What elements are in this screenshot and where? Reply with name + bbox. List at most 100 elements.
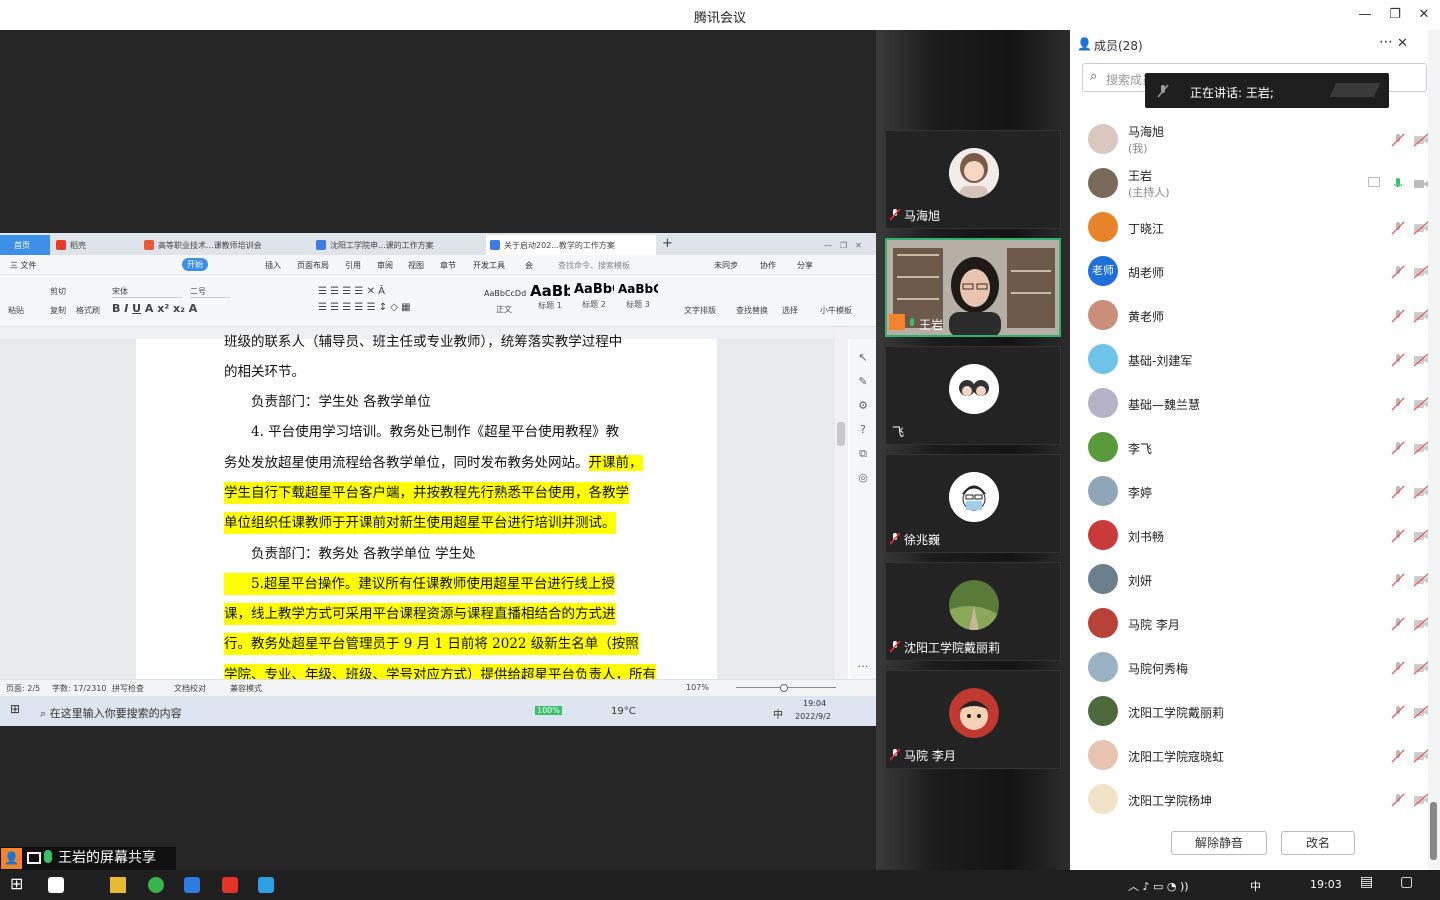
zoom-level[interactable]: 107% — [686, 683, 709, 692]
menu-reference[interactable]: 引用 — [345, 260, 361, 271]
find-replace-button[interactable]: 查找替换 — [736, 305, 768, 316]
share-icon[interactable]: ⧉ — [856, 447, 870, 461]
scroll-thumb[interactable] — [1430, 802, 1437, 860]
close-panel-icon[interactable]: ✕ — [1397, 36, 1408, 51]
mic-muted-icon[interactable] — [1391, 353, 1405, 367]
select-button[interactable]: 选择 — [782, 305, 798, 316]
align-tools[interactable]: ☰ ☰ ☰ ☰ ☰ ↕ ◇ ▦ — [318, 302, 411, 313]
mic-muted-icon[interactable] — [1391, 661, 1405, 675]
app-icon[interactable] — [258, 877, 274, 893]
spell-check[interactable]: 拼写检查 — [112, 683, 144, 694]
menu-layout[interactable]: 页面布局 — [297, 260, 329, 271]
member-row[interactable]: 黄老师 — [1070, 294, 1429, 338]
action-center-icon[interactable]: ▢ — [1400, 874, 1413, 890]
text-layout-button[interactable]: 文字排版 — [684, 305, 716, 316]
camera-off-icon[interactable] — [1413, 265, 1429, 279]
app-icon[interactable] — [48, 877, 64, 893]
share-button[interactable]: 分享 — [797, 260, 813, 271]
notification-icon[interactable]: ▤ — [1360, 874, 1373, 890]
wps-icon[interactable] — [222, 877, 238, 893]
collaborate-button[interactable]: 协作 — [760, 260, 776, 271]
member-row[interactable]: 王岩 (主持人) — [1070, 162, 1429, 206]
rename-button[interactable]: 改名 — [1281, 831, 1355, 855]
paste-button[interactable]: 粘贴 — [8, 305, 24, 316]
members-scrollbar[interactable] — [1428, 30, 1440, 870]
menu-dev[interactable]: 开发工具 — [473, 260, 505, 271]
member-row[interactable]: 李飞 — [1070, 426, 1429, 470]
scroll-thumb[interactable] — [837, 422, 845, 446]
video-tile[interactable]: 马院 李月 — [885, 670, 1061, 769]
video-tile[interactable]: 沈阳工学院戴丽莉 — [885, 562, 1061, 661]
new-tab-button[interactable]: + — [658, 235, 678, 255]
camera-off-icon[interactable] — [1413, 309, 1429, 323]
mic-muted-icon[interactable] — [1391, 485, 1405, 499]
camera-off-icon[interactable] — [1413, 793, 1429, 807]
mic-muted-icon[interactable] — [1391, 309, 1405, 323]
menu-view[interactable]: 视图 — [408, 260, 424, 271]
video-tile[interactable]: 飞 — [885, 346, 1061, 445]
mic-muted-icon[interactable] — [1391, 573, 1405, 587]
menu-insert[interactable]: 插入 — [265, 260, 281, 271]
style-h3[interactable]: AaBbC 标题 3 — [618, 282, 658, 318]
ime-indicator[interactable]: 中 — [1250, 878, 1261, 894]
location-icon[interactable]: ◎ — [856, 471, 870, 485]
mic-muted-icon[interactable] — [1391, 397, 1405, 411]
copy-button[interactable]: 复制 — [50, 305, 66, 316]
mic-muted-icon[interactable] — [1391, 793, 1405, 807]
unmute-all-button[interactable]: 解除静音 — [1171, 831, 1267, 855]
member-row[interactable]: 沈阳工学院戴丽莉 — [1070, 690, 1429, 734]
camera-off-icon[interactable] — [1413, 441, 1429, 455]
ime-indicator[interactable]: 中 — [773, 706, 783, 721]
member-row[interactable]: 刘书畅 — [1070, 514, 1429, 558]
camera-off-icon[interactable] — [1413, 133, 1429, 147]
size-select[interactable]: 二号 — [190, 286, 230, 298]
format-painter-button[interactable]: 格式刷 — [76, 305, 100, 316]
tab-doc-2[interactable]: 沈阳工学院申...课的工作方案 — [312, 235, 482, 255]
tab-home[interactable]: 首页 — [0, 235, 50, 255]
font-select[interactable]: 宋体 — [112, 286, 182, 298]
camera-off-icon[interactable] — [1413, 485, 1429, 499]
mic-muted-icon[interactable] — [1391, 265, 1405, 279]
windows-start-icon[interactable]: ⊞ — [10, 702, 20, 716]
windows-search[interactable]: ⌕ 在这里输入你要搜索的内容 — [40, 705, 182, 721]
bold-button[interactable]: B I U A x² x₂ A — [112, 302, 197, 315]
mic-muted-icon[interactable] — [1391, 441, 1405, 455]
mic-muted-icon[interactable] — [1391, 133, 1405, 147]
member-row[interactable]: 基础-刘建军 — [1070, 338, 1429, 382]
camera-off-icon[interactable] — [1413, 749, 1429, 763]
windows-start-icon[interactable]: ⊞ — [10, 874, 26, 893]
mic-muted-icon[interactable] — [1391, 617, 1405, 631]
style-h1[interactable]: AaBb 标题 1 — [530, 282, 570, 318]
help-icon[interactable]: ? — [856, 423, 870, 437]
video-tile[interactable]: 马海旭 — [885, 130, 1061, 229]
member-row[interactable]: 基础—魏兰慧 — [1070, 382, 1429, 426]
video-tile[interactable]: 徐兆巍 — [885, 454, 1061, 553]
tab-doc-active[interactable]: 关于启动202...教学的工作方案 — [486, 235, 656, 255]
restore-button[interactable]: ❐ — [1385, 6, 1405, 24]
member-row[interactable]: 老师 胡老师 — [1070, 250, 1429, 294]
sync-status[interactable]: 未同步 — [714, 260, 738, 271]
document-scrollbar[interactable] — [835, 327, 848, 679]
cut-button[interactable]: 剪切 — [50, 286, 66, 297]
browser-icon[interactable] — [148, 877, 164, 893]
mic-muted-icon[interactable] — [1391, 529, 1405, 543]
style-h2[interactable]: AaBbC 标题 2 — [574, 282, 614, 318]
camera-off-icon[interactable] — [1413, 661, 1429, 675]
more-icon[interactable]: … — [856, 657, 870, 671]
tab-doc-1[interactable]: 高等职业技术...课教师培训会 — [140, 235, 308, 255]
pen-icon[interactable]: ✎ — [856, 375, 870, 389]
menu-file[interactable]: 三 文件 — [10, 260, 37, 271]
mic-on-icon[interactable] — [1391, 177, 1405, 191]
more-icon[interactable]: ⋯ — [1379, 34, 1393, 50]
paragraph-tools[interactable]: ☰ ☰ ☰ ☰ ✕ Ā — [318, 286, 385, 297]
camera-off-icon[interactable] — [1413, 353, 1429, 367]
doc-proof[interactable]: 文档校对 — [174, 683, 206, 694]
video-tile-active[interactable]: 王岩 — [885, 238, 1061, 337]
mic-muted-icon[interactable] — [1391, 705, 1405, 719]
menu-chapter[interactable]: 章节 — [440, 260, 456, 271]
camera-off-icon[interactable] — [1413, 617, 1429, 631]
tab-docer[interactable]: 稻壳 — [52, 235, 136, 255]
camera-on-icon[interactable] — [1413, 177, 1429, 191]
style-normal[interactable]: AaBbCcDd 正文 — [484, 282, 526, 318]
camera-off-icon[interactable] — [1413, 397, 1429, 411]
